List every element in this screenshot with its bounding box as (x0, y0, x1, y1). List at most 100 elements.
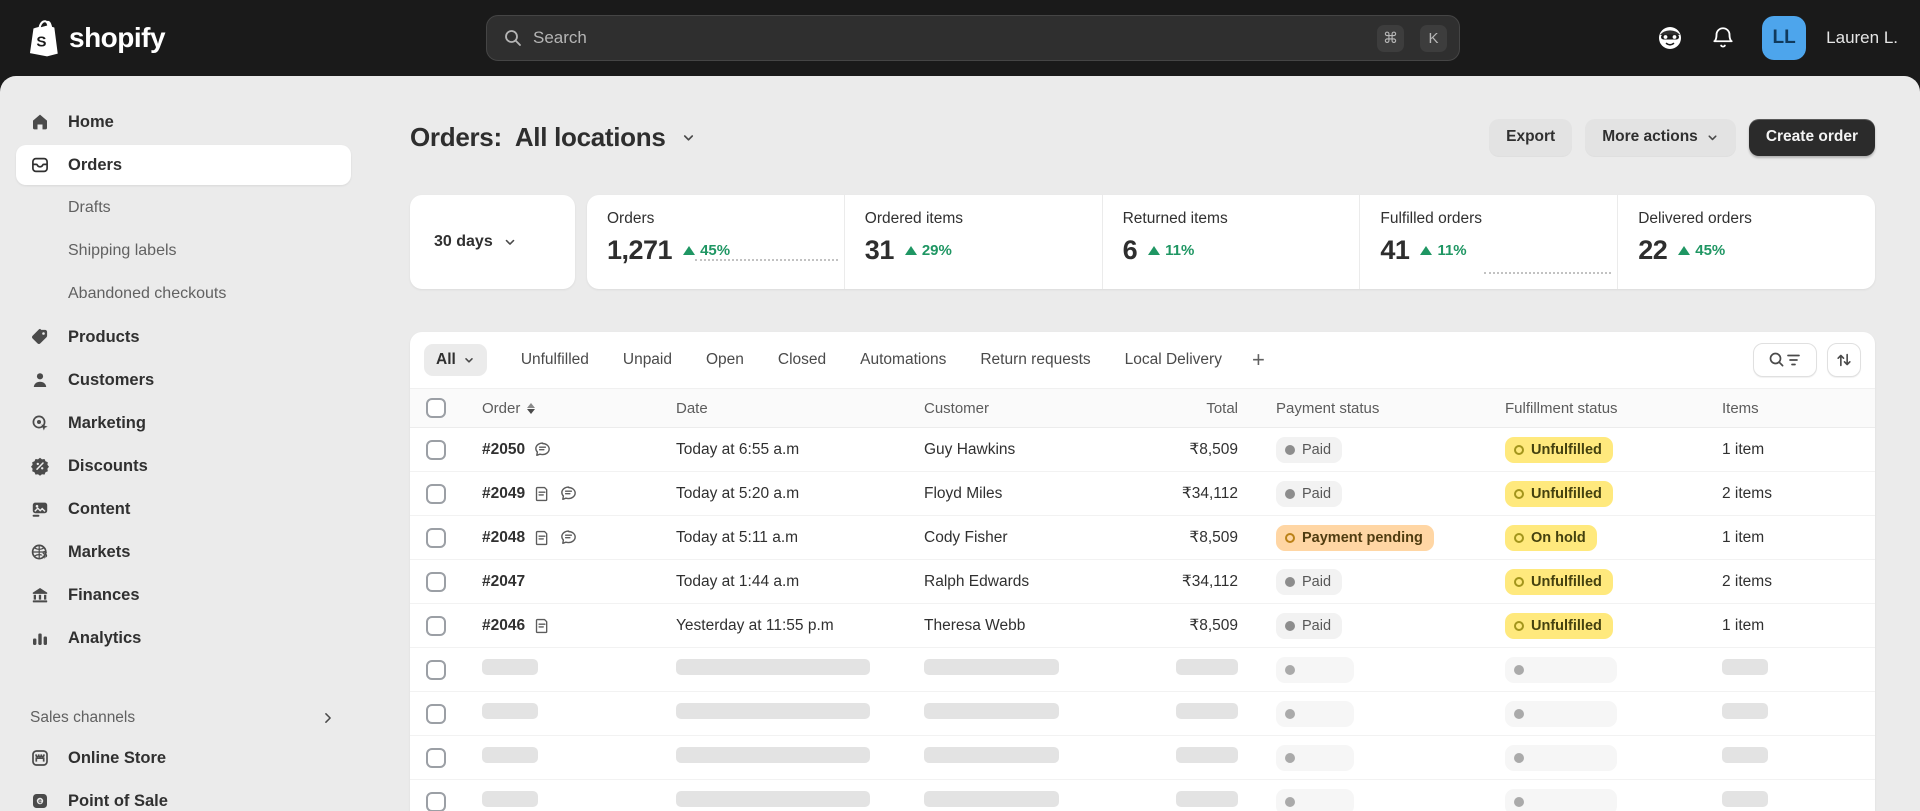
select-all-checkbox[interactable] (426, 398, 446, 418)
row-checkbox[interactable] (426, 483, 446, 504)
sidebar-item-discounts[interactable]: Discounts (16, 446, 351, 486)
sidebar-item-label: Point of Sale (68, 791, 168, 810)
row-checkbox[interactable] (426, 703, 446, 724)
sidebar-item-customers[interactable]: Customers (16, 360, 351, 400)
tab-unfulfilled[interactable]: Unfulfilled (521, 351, 589, 369)
sidebar-item-marketing[interactable]: Marketing (16, 403, 351, 443)
sidebar-subitem-shipping-labels[interactable]: Shipping labels (16, 231, 351, 271)
create-order-button[interactable]: Create order (1748, 118, 1875, 156)
note-icon[interactable] (533, 485, 551, 503)
fulfillment-status-cell: Unfulfilled (1505, 568, 1722, 595)
sidebar-item-point-of-sale[interactable]: ¢ Point of Sale (16, 781, 351, 811)
column-date[interactable]: Date (676, 400, 924, 417)
tab-open[interactable]: Open (706, 351, 744, 369)
order-number[interactable]: #2046 (482, 617, 525, 635)
stats-card: Orders 1,271 45% Ordered items 31 29% Re… (587, 195, 1875, 289)
shopify-logo[interactable]: S shopify (0, 19, 166, 57)
comment-icon[interactable] (559, 484, 578, 503)
tab-return-requests[interactable]: Return requests (980, 351, 1090, 369)
tab-automations[interactable]: Automations (860, 351, 946, 369)
stat-orders[interactable]: Orders 1,271 45% (587, 195, 844, 289)
tab-closed[interactable]: Closed (778, 351, 826, 369)
row-checkbox[interactable] (426, 659, 446, 680)
sidebar-item-online-store[interactable]: Online Store (16, 738, 351, 778)
order-number[interactable]: #2050 (482, 441, 525, 459)
row-checkbox[interactable] (426, 747, 446, 768)
sidebar-item-finances[interactable]: Finances (16, 575, 351, 615)
note-icon[interactable] (533, 529, 551, 547)
order-date: Today at 5:20 a.m (676, 484, 800, 502)
assistant-icon[interactable] (1656, 24, 1684, 52)
search-input[interactable]: Search ⌘ K (486, 15, 1460, 61)
order-customer: Cody Fisher (924, 528, 1008, 546)
table-row[interactable]: #2047 Today at 1:44 a.m Ralph Edwards ₹3… (410, 560, 1875, 604)
stat-value: 31 (864, 235, 895, 265)
order-number[interactable]: #2047 (482, 573, 525, 591)
sidebar-subitem-drafts[interactable]: Drafts (16, 188, 351, 228)
row-checkbox[interactable] (426, 615, 446, 636)
bell-icon[interactable] (1710, 25, 1736, 51)
sales-channels-section: Sales channels (30, 704, 335, 732)
table-row[interactable]: #2048 Today at 5:11 a.m Cody Fisher ₹8,5… (410, 516, 1875, 560)
sidebar-item-content[interactable]: Content (16, 489, 351, 529)
table-row[interactable]: #2050 Today at 6:55 a.m Guy Hawkins ₹8,5… (410, 428, 1875, 472)
sidebar-subitem-label: Shipping labels (68, 242, 177, 259)
column-items[interactable]: Items (1722, 400, 1875, 417)
more-actions-button[interactable]: More actions (1585, 118, 1736, 156)
skeleton-pill (676, 791, 870, 807)
sidebar-item-markets[interactable]: $ Markets (16, 532, 351, 572)
chevron-down-icon (1706, 131, 1719, 144)
sparkline-bar (1560, 267, 1566, 289)
sort-button[interactable] (1827, 343, 1861, 377)
stat-returned-items[interactable]: Returned items 6 11% (1101, 195, 1360, 289)
chevron-down-icon[interactable] (681, 130, 696, 145)
sidebar-item-orders[interactable]: Orders (16, 145, 351, 185)
tab-all[interactable]: All (424, 344, 487, 376)
row-checkbox[interactable] (426, 791, 446, 811)
order-number[interactable]: #2048 (482, 529, 525, 547)
person-icon (30, 370, 50, 390)
column-fulfillment-status[interactable]: Fulfillment status (1505, 400, 1722, 417)
skeleton-row (410, 780, 1875, 811)
order-items: 2 items (1722, 484, 1772, 502)
stat-delivered-orders[interactable]: Delivered orders 22 45% (1617, 195, 1875, 289)
skeleton-status (1276, 700, 1354, 727)
stat-ordered-items[interactable]: Ordered items 31 29% (843, 195, 1102, 289)
column-payment-status[interactable]: Payment status (1238, 400, 1505, 417)
export-button[interactable]: Export (1489, 118, 1573, 156)
order-customer: Ralph Edwards (924, 572, 1030, 590)
location-selector-label[interactable]: All locations (515, 122, 666, 153)
sidebar-item-home[interactable]: Home (16, 102, 351, 142)
sidebar-item-products[interactable]: Products (16, 317, 351, 357)
sidebar-item-analytics[interactable]: Analytics (16, 618, 351, 658)
add-view-button[interactable]: + (1252, 349, 1265, 371)
sidebar-item-label: Analytics (68, 628, 142, 647)
order-number[interactable]: #2049 (482, 485, 525, 503)
row-checkbox[interactable] (426, 439, 446, 460)
table-row[interactable]: #2049 Today at 5:20 a.m Floyd Miles ₹34,… (410, 472, 1875, 516)
column-label: Order (482, 399, 521, 417)
note-icon[interactable] (533, 617, 551, 635)
avatar[interactable]: LL (1762, 16, 1807, 60)
tab-unpaid[interactable]: Unpaid (623, 351, 672, 369)
search-filter-button[interactable] (1753, 343, 1817, 377)
row-checkbox[interactable] (426, 527, 446, 548)
column-total[interactable]: Total (1176, 400, 1238, 417)
date-range-selector[interactable]: 30 days (410, 195, 575, 289)
order-items: 1 item (1722, 440, 1765, 458)
column-customer[interactable]: Customer (924, 400, 1176, 417)
sidebar-subitem-abandoned-checkouts[interactable]: Abandoned checkouts (16, 274, 351, 314)
sparkline-bar (1522, 280, 1528, 289)
column-order[interactable]: Order (482, 400, 676, 417)
sidebar-subitem-label: Drafts (68, 199, 111, 216)
status-badge: Paid (1276, 480, 1343, 507)
chevron-right-icon[interactable] (321, 711, 335, 725)
fulfillment-status-cell: On hold (1505, 524, 1722, 551)
status-label: Paid (1302, 441, 1332, 458)
stat-fulfilled-orders[interactable]: Fulfilled orders 41 11% (1359, 195, 1617, 289)
row-checkbox[interactable] (426, 571, 446, 592)
tab-local-delivery[interactable]: Local Delivery (1125, 351, 1222, 369)
table-row[interactable]: #2046 Yesterday at 11:55 p.m Theresa Web… (410, 604, 1875, 648)
comment-icon[interactable] (533, 440, 552, 459)
comment-icon[interactable] (559, 528, 578, 547)
